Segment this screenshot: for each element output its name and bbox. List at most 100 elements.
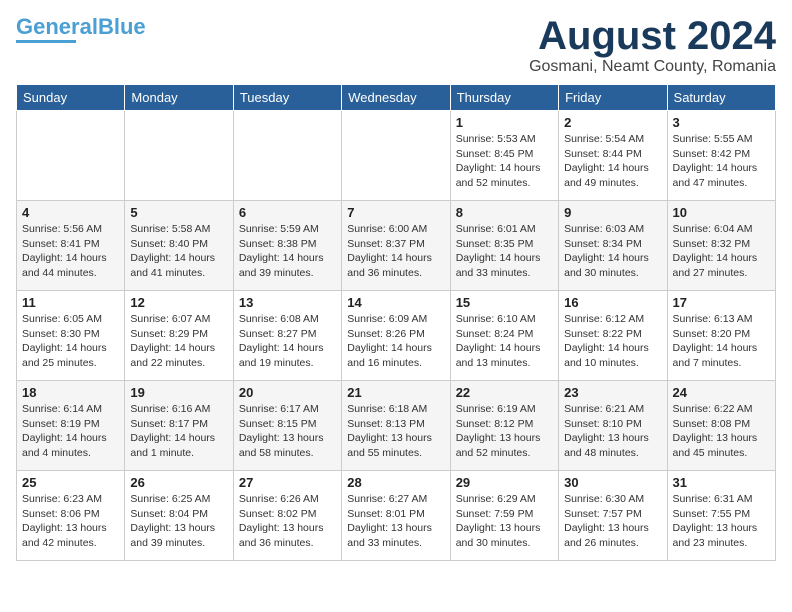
calendar-cell: 6 Sunrise: 5:59 AM Sunset: 8:38 PM Daylig… xyxy=(233,201,341,291)
day-number: 25 xyxy=(22,475,119,490)
day-content: Sunrise: 5:53 AM Sunset: 8:45 PM Dayligh… xyxy=(456,132,553,191)
calendar-cell: 1Sunrise: 5:53 AM Sunset: 8:45 PM Daylig… xyxy=(450,111,558,201)
day-number: 12 xyxy=(130,295,227,310)
day-content: Sunrise: 6:31 AM Sunset: 7:55 PM Dayligh… xyxy=(673,492,770,551)
day-content: Sunrise: 6:00 AM Sunset: 8:37 PM Dayligh… xyxy=(347,222,444,281)
day-content: Sunrise: 6:05 AM Sunset: 8:30 PM Dayligh… xyxy=(22,312,119,371)
day-content: Sunrise: 6:27 AM Sunset: 8:01 PM Dayligh… xyxy=(347,492,444,551)
calendar-cell: 16 Sunrise: 6:12 AM Sunset: 8:22 PM Dayli… xyxy=(559,291,667,381)
day-number: 29 xyxy=(456,475,553,490)
calendar-cell: 23Sunrise: 6:21 AM Sunset: 8:10 PM Dayli… xyxy=(559,381,667,471)
calendar-cell: 7 Sunrise: 6:00 AM Sunset: 8:37 PM Daylig… xyxy=(342,201,450,291)
calendar-cell: 26Sunrise: 6:25 AM Sunset: 8:04 PM Dayli… xyxy=(125,471,233,561)
calendar-cell: 5 Sunrise: 5:58 AM Sunset: 8:40 PM Daylig… xyxy=(125,201,233,291)
calendar-cell: 12 Sunrise: 6:07 AM Sunset: 8:29 PM Dayli… xyxy=(125,291,233,381)
weekday-header-thursday: Thursday xyxy=(450,85,558,111)
day-content: Sunrise: 6:22 AM Sunset: 8:08 PM Dayligh… xyxy=(673,402,770,461)
week-row-1: 1Sunrise: 5:53 AM Sunset: 8:45 PM Daylig… xyxy=(17,111,776,201)
calendar-cell: 28 Sunrise: 6:27 AM Sunset: 8:01 PM Dayli… xyxy=(342,471,450,561)
day-number: 11 xyxy=(22,295,119,310)
calendar-cell: 21 Sunrise: 6:18 AM Sunset: 8:13 PM Dayli… xyxy=(342,381,450,471)
day-number: 13 xyxy=(239,295,336,310)
calendar-cell: 20 Sunrise: 6:17 AM Sunset: 8:15 PM Dayli… xyxy=(233,381,341,471)
day-content: Sunrise: 6:08 AM Sunset: 8:27 PM Dayligh… xyxy=(239,312,336,371)
day-number: 7 xyxy=(347,205,444,220)
calendar-cell: 11 Sunrise: 6:05 AM Sunset: 8:30 PM Dayli… xyxy=(17,291,125,381)
day-number: 9 xyxy=(564,205,661,220)
day-content: Sunrise: 5:54 AM Sunset: 8:44 PM Dayligh… xyxy=(564,132,661,191)
weekday-header-sunday: Sunday xyxy=(17,85,125,111)
day-number: 4 xyxy=(22,205,119,220)
weekday-header-row: SundayMondayTuesdayWednesdayThursdayFrid… xyxy=(17,85,776,111)
day-number: 18 xyxy=(22,385,119,400)
logo-underline xyxy=(16,40,76,43)
day-content: Sunrise: 6:30 AM Sunset: 7:57 PM Dayligh… xyxy=(564,492,661,551)
calendar-cell xyxy=(17,111,125,201)
header: GeneralBlue August 2024 Gosmani, Neamt C… xyxy=(16,16,776,76)
calendar-cell: 13 Sunrise: 6:08 AM Sunset: 8:27 PM Dayli… xyxy=(233,291,341,381)
day-content: Sunrise: 5:55 AM Sunset: 8:42 PM Dayligh… xyxy=(673,132,770,191)
day-content: Sunrise: 5:58 AM Sunset: 8:40 PM Dayligh… xyxy=(130,222,227,281)
day-content: Sunrise: 6:01 AM Sunset: 8:35 PM Dayligh… xyxy=(456,222,553,281)
calendar-cell: 30 Sunrise: 6:30 AM Sunset: 7:57 PM Dayli… xyxy=(559,471,667,561)
day-content: Sunrise: 6:12 AM Sunset: 8:22 PM Dayligh… xyxy=(564,312,661,371)
week-row-3: 11 Sunrise: 6:05 AM Sunset: 8:30 PM Dayli… xyxy=(17,291,776,381)
logo-blue: Blue xyxy=(98,14,146,39)
day-number: 17 xyxy=(673,295,770,310)
day-number: 30 xyxy=(564,475,661,490)
calendar-cell: 14 Sunrise: 6:09 AM Sunset: 8:26 PM Dayli… xyxy=(342,291,450,381)
weekday-header-saturday: Saturday xyxy=(667,85,775,111)
day-number: 8 xyxy=(456,205,553,220)
day-content: Sunrise: 6:13 AM Sunset: 8:20 PM Dayligh… xyxy=(673,312,770,371)
day-number: 6 xyxy=(239,205,336,220)
calendar-cell: 31 Sunrise: 6:31 AM Sunset: 7:55 PM Dayli… xyxy=(667,471,775,561)
day-number: 22 xyxy=(456,385,553,400)
day-content: Sunrise: 6:25 AM Sunset: 8:04 PM Dayligh… xyxy=(130,492,227,551)
day-content: Sunrise: 6:10 AM Sunset: 8:24 PM Dayligh… xyxy=(456,312,553,371)
day-content: Sunrise: 6:03 AM Sunset: 8:34 PM Dayligh… xyxy=(564,222,661,281)
day-content: Sunrise: 6:07 AM Sunset: 8:29 PM Dayligh… xyxy=(130,312,227,371)
calendar-cell: 27 Sunrise: 6:26 AM Sunset: 8:02 PM Dayli… xyxy=(233,471,341,561)
day-number: 2 xyxy=(564,115,661,130)
day-content: Sunrise: 6:29 AM Sunset: 7:59 PM Dayligh… xyxy=(456,492,553,551)
day-content: Sunrise: 6:09 AM Sunset: 8:26 PM Dayligh… xyxy=(347,312,444,371)
calendar-cell xyxy=(125,111,233,201)
day-number: 5 xyxy=(130,205,227,220)
calendar-cell: 19 Sunrise: 6:16 AM Sunset: 8:17 PM Dayli… xyxy=(125,381,233,471)
location: Gosmani, Neamt County, Romania xyxy=(529,58,776,76)
calendar-cell xyxy=(233,111,341,201)
day-content: Sunrise: 6:18 AM Sunset: 8:13 PM Dayligh… xyxy=(347,402,444,461)
calendar-cell: 18 Sunrise: 6:14 AM Sunset: 8:19 PM Dayli… xyxy=(17,381,125,471)
day-content: Sunrise: 6:26 AM Sunset: 8:02 PM Dayligh… xyxy=(239,492,336,551)
day-number: 28 xyxy=(347,475,444,490)
calendar-cell: 2 Sunrise: 5:54 AM Sunset: 8:44 PM Daylig… xyxy=(559,111,667,201)
calendar-cell: 17 Sunrise: 6:13 AM Sunset: 8:20 PM Dayli… xyxy=(667,291,775,381)
day-number: 16 xyxy=(564,295,661,310)
day-number: 23 xyxy=(564,385,661,400)
calendar-cell: 15 Sunrise: 6:10 AM Sunset: 8:24 PM Dayli… xyxy=(450,291,558,381)
weekday-header-tuesday: Tuesday xyxy=(233,85,341,111)
day-number: 20 xyxy=(239,385,336,400)
calendar-cell: 8 Sunrise: 6:01 AM Sunset: 8:35 PM Daylig… xyxy=(450,201,558,291)
calendar-cell xyxy=(342,111,450,201)
calendar-cell: 25 Sunrise: 6:23 AM Sunset: 8:06 PM Dayli… xyxy=(17,471,125,561)
day-number: 15 xyxy=(456,295,553,310)
day-number: 31 xyxy=(673,475,770,490)
logo-general: General xyxy=(16,14,98,39)
day-number: 21 xyxy=(347,385,444,400)
logo-text: GeneralBlue xyxy=(16,16,146,38)
calendar-cell: 9 Sunrise: 6:03 AM Sunset: 8:34 PM Daylig… xyxy=(559,201,667,291)
weekday-header-friday: Friday xyxy=(559,85,667,111)
day-number: 14 xyxy=(347,295,444,310)
calendar-cell: 29 Sunrise: 6:29 AM Sunset: 7:59 PM Dayli… xyxy=(450,471,558,561)
day-content: Sunrise: 5:56 AM Sunset: 8:41 PM Dayligh… xyxy=(22,222,119,281)
day-content: Sunrise: 6:16 AM Sunset: 8:17 PM Dayligh… xyxy=(130,402,227,461)
day-content: Sunrise: 6:17 AM Sunset: 8:15 PM Dayligh… xyxy=(239,402,336,461)
day-number: 19 xyxy=(130,385,227,400)
day-content: Sunrise: 6:23 AM Sunset: 8:06 PM Dayligh… xyxy=(22,492,119,551)
day-content: Sunrise: 6:14 AM Sunset: 8:19 PM Dayligh… xyxy=(22,402,119,461)
week-row-4: 18 Sunrise: 6:14 AM Sunset: 8:19 PM Dayli… xyxy=(17,381,776,471)
day-content: Sunrise: 5:59 AM Sunset: 8:38 PM Dayligh… xyxy=(239,222,336,281)
day-number: 27 xyxy=(239,475,336,490)
month-year: August 2024 xyxy=(529,16,776,56)
